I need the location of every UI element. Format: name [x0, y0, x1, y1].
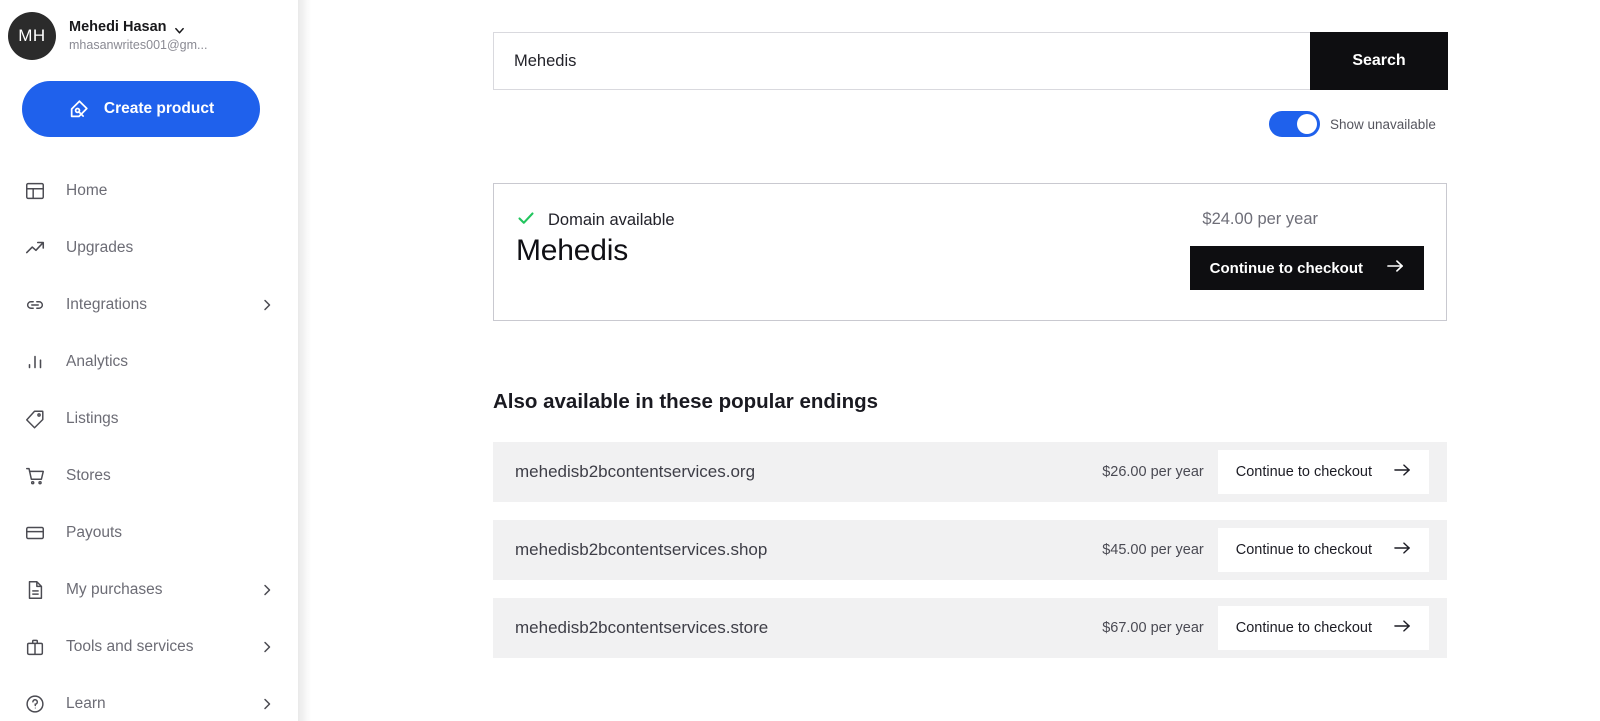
continue-to-checkout-button[interactable]: Continue to checkout: [1190, 246, 1424, 290]
arrow-right-icon: [1394, 619, 1411, 637]
popular-endings-list: mehedisb2bcontentservices.org $26.00 per…: [493, 442, 1447, 676]
chevron-right-icon: [260, 697, 274, 711]
domain-result-card: Domain available Mehedis $24.00 per year…: [493, 183, 1447, 321]
sidebar: MH Mehedi Hasan mhasanwrites001@gm...: [0, 0, 298, 721]
sidebar-item-label: Learn: [66, 695, 106, 713]
continue-to-checkout-button[interactable]: Continue to checkout: [1218, 606, 1429, 650]
create-product-button[interactable]: Create product: [22, 81, 260, 137]
question-circle-icon: [22, 693, 48, 715]
ending-price: $45.00 per year: [1102, 542, 1204, 558]
continue-to-checkout-label: Continue to checkout: [1210, 260, 1363, 277]
link-chain-icon: [22, 294, 48, 316]
popular-endings-title: Also available in these popular endings: [493, 390, 878, 414]
arrow-right-icon: [1394, 463, 1411, 481]
sidebar-item-label: Stores: [66, 467, 111, 485]
ending-price: $67.00 per year: [1102, 620, 1204, 636]
create-product-label: Create product: [104, 100, 214, 118]
chevron-right-icon: [260, 298, 274, 312]
document-icon: [22, 579, 48, 601]
table-row[interactable]: mehedisb2bcontentservices.store $67.00 p…: [493, 598, 1447, 658]
sidebar-item-label: Home: [66, 182, 107, 200]
sidebar-nav: Home Upgrades Integrations: [0, 162, 298, 721]
ending-price: $26.00 per year: [1102, 464, 1204, 480]
profile-name-row[interactable]: Mehedi Hasan: [69, 18, 207, 36]
sidebar-item-upgrades[interactable]: Upgrades: [0, 219, 298, 276]
check-icon: [516, 208, 536, 233]
layout-panel-icon: [22, 180, 48, 202]
profile-email: mhasanwrites001@gm...: [69, 38, 207, 54]
sidebar-item-learn[interactable]: Learn: [0, 675, 298, 721]
continue-to-checkout-label: Continue to checkout: [1236, 464, 1372, 480]
sidebar-item-label: Analytics: [66, 353, 128, 371]
profile-section[interactable]: MH Mehedi Hasan mhasanwrites001@gm...: [0, 0, 298, 62]
domain-status: Domain available: [516, 208, 675, 233]
search-button[interactable]: Search: [1310, 32, 1448, 90]
show-unavailable-label: Show unavailable: [1330, 117, 1436, 132]
sidebar-item-label: Payouts: [66, 524, 122, 542]
continue-to-checkout-label: Continue to checkout: [1236, 620, 1372, 636]
domain-name: Mehedis: [516, 234, 628, 268]
table-row[interactable]: mehedisb2bcontentservices.shop $45.00 pe…: [493, 520, 1447, 580]
toggle-knob: [1297, 114, 1317, 134]
ending-domain: mehedisb2bcontentservices.org: [515, 462, 755, 482]
tag-icon: [22, 408, 48, 430]
sidebar-item-label: Tools and services: [66, 638, 194, 656]
search-input-wrapper[interactable]: [493, 32, 1310, 90]
continue-to-checkout-label: Continue to checkout: [1236, 542, 1372, 558]
show-unavailable-toggle[interactable]: [1269, 111, 1320, 137]
sidebar-item-my-purchases[interactable]: My purchases: [0, 561, 298, 618]
table-row[interactable]: mehedisb2bcontentservices.org $26.00 per…: [493, 442, 1447, 502]
arrow-right-icon: [1387, 259, 1404, 277]
shopping-cart-icon: [22, 465, 48, 487]
credit-card-icon: [22, 522, 48, 544]
main-content: Search Show unavailable Domain available…: [298, 0, 1600, 721]
domain-price: $24.00 per year: [1202, 210, 1318, 229]
domain-status-text: Domain available: [548, 211, 675, 230]
ending-domain: mehedisb2bcontentservices.shop: [515, 540, 767, 560]
trending-up-icon: [22, 237, 48, 259]
ending-domain: mehedisb2bcontentservices.store: [515, 618, 768, 638]
sidebar-item-stores[interactable]: Stores: [0, 447, 298, 504]
sidebar-item-label: Listings: [66, 410, 119, 428]
sidebar-item-payouts[interactable]: Payouts: [0, 504, 298, 561]
chevron-right-icon: [260, 640, 274, 654]
search-input[interactable]: [514, 52, 1310, 71]
profile-name: Mehedi Hasan: [69, 18, 167, 36]
sidebar-item-analytics[interactable]: Analytics: [0, 333, 298, 390]
pen-nib-icon: [68, 98, 90, 120]
sidebar-item-label: My purchases: [66, 581, 162, 599]
profile-text: Mehedi Hasan mhasanwrites001@gm...: [69, 18, 207, 54]
chevron-right-icon: [260, 583, 274, 597]
sidebar-item-home[interactable]: Home: [0, 162, 298, 219]
sidebar-item-integrations[interactable]: Integrations: [0, 276, 298, 333]
sidebar-item-label: Integrations: [66, 296, 147, 314]
continue-to-checkout-button[interactable]: Continue to checkout: [1218, 528, 1429, 572]
sidebar-item-listings[interactable]: Listings: [0, 390, 298, 447]
show-unavailable-row: Show unavailable: [1269, 111, 1436, 137]
chevron-down-icon: [174, 22, 185, 33]
sidebar-item-tools-and-services[interactable]: Tools and services: [0, 618, 298, 675]
app-root: MH Mehedi Hasan mhasanwrites001@gm...: [0, 0, 1600, 721]
continue-to-checkout-button[interactable]: Continue to checkout: [1218, 450, 1429, 494]
domain-search-bar: Search: [493, 32, 1448, 90]
briefcase-icon: [22, 636, 48, 658]
bar-chart-icon: [22, 351, 48, 373]
arrow-right-icon: [1394, 541, 1411, 559]
avatar: MH: [8, 12, 56, 60]
sidebar-item-label: Upgrades: [66, 239, 133, 257]
